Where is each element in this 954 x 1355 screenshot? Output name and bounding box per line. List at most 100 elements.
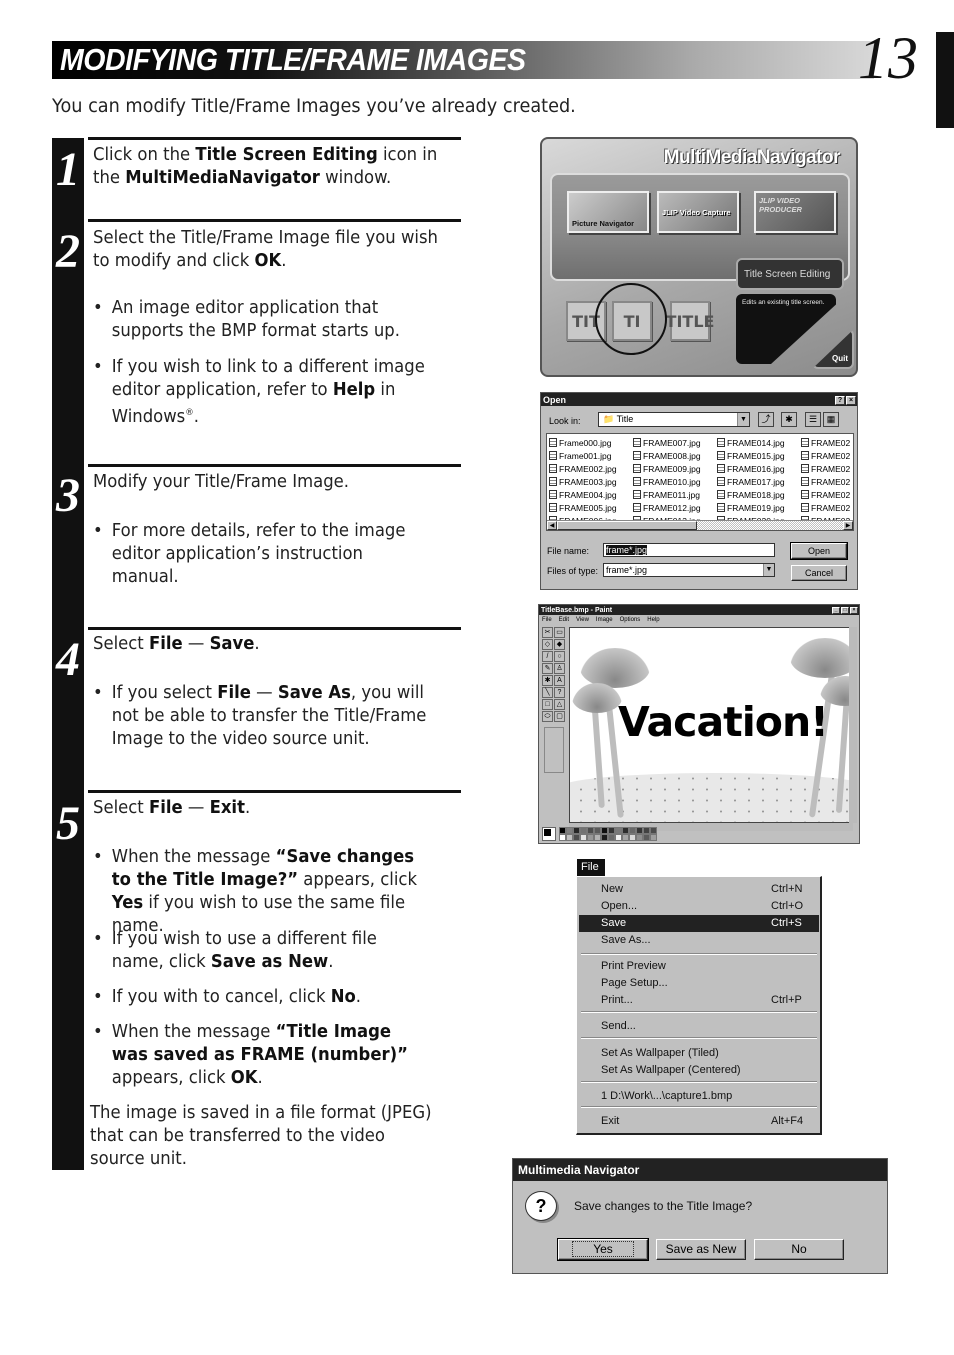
- menu-item[interactable]: 1 D:\Work\...\capture1.bmp: [579, 1088, 819, 1105]
- file-item[interactable]: FRAME017.jpg: [717, 475, 785, 488]
- file-item[interactable]: FRAME016.jpg: [717, 462, 785, 475]
- save-as-new-button[interactable]: Save as New: [656, 1239, 746, 1260]
- yes-button[interactable]: Yes: [557, 1238, 649, 1261]
- palette-swatch[interactable]: [608, 827, 615, 834]
- help-button[interactable]: ?: [835, 396, 845, 405]
- chevron-down-icon[interactable]: ▼: [737, 413, 749, 426]
- palette-swatch[interactable]: [566, 834, 573, 841]
- close-button[interactable]: ×: [846, 396, 856, 405]
- menu-image[interactable]: Image: [596, 617, 613, 623]
- palette-swatch[interactable]: [615, 834, 622, 841]
- pencil-icon[interactable]: ✎: [542, 663, 553, 674]
- menu-item[interactable]: Print... Ctrl+P: [579, 992, 819, 1009]
- airbrush-icon[interactable]: ✱: [542, 675, 553, 686]
- palette-swatch[interactable]: [629, 834, 636, 841]
- palette-swatch[interactable]: [566, 827, 573, 834]
- palette-swatch[interactable]: [587, 827, 594, 834]
- menu-item[interactable]: Page Setup...: [579, 975, 819, 992]
- file-type-select[interactable]: frame*.jpg ▼: [603, 563, 775, 577]
- minimize-button[interactable]: _: [832, 607, 840, 614]
- file-item[interactable]: FRAME004.jpg: [549, 488, 617, 501]
- palette-swatch[interactable]: [559, 827, 566, 834]
- file-item[interactable]: FRAME002.jpg: [549, 462, 617, 475]
- palette-swatch[interactable]: [594, 827, 601, 834]
- scroll-right-icon[interactable]: ▶: [843, 521, 853, 530]
- palette-swatch[interactable]: [636, 827, 643, 834]
- file-item[interactable]: FRAME02: [801, 475, 850, 488]
- palette-swatch[interactable]: [622, 834, 629, 841]
- file-item[interactable]: FRAME02: [801, 488, 850, 501]
- tool-options[interactable]: [544, 727, 564, 773]
- file-item[interactable]: FRAME009.jpg: [633, 462, 701, 475]
- file-item[interactable]: FRAME02: [801, 436, 850, 449]
- palette-swatch[interactable]: [573, 834, 580, 841]
- file-item[interactable]: FRAME011.jpg: [633, 488, 701, 501]
- scroll-left-icon[interactable]: ◀: [547, 521, 557, 530]
- palette-swatch[interactable]: [580, 834, 587, 841]
- palette-swatch[interactable]: [650, 827, 657, 834]
- palette-swatch[interactable]: [580, 827, 587, 834]
- chevron-down-icon[interactable]: ▼: [763, 564, 774, 576]
- eraser-icon[interactable]: ◇: [542, 639, 553, 650]
- file-item[interactable]: FRAME014.jpg: [717, 436, 785, 449]
- no-button[interactable]: No: [754, 1239, 844, 1260]
- rect-select-icon[interactable]: ▭: [554, 627, 565, 638]
- fill-icon[interactable]: ◆: [554, 639, 565, 650]
- file-item[interactable]: FRAME015.jpg: [717, 449, 785, 462]
- file-list[interactable]: Frame000.jpg Frame001.jpg FRAME002.jpg FRAM…: [546, 433, 854, 531]
- picture-navigator-button[interactable]: Picture Navigator: [567, 191, 649, 233]
- polygon-icon[interactable]: △: [554, 699, 565, 710]
- list-view-icon[interactable]: ☰: [805, 412, 821, 427]
- magnifier-icon[interactable]: ○: [554, 651, 565, 662]
- file-item[interactable]: FRAME005.jpg: [549, 501, 617, 514]
- file-menu-title[interactable]: File: [577, 859, 605, 876]
- palette-swatch[interactable]: [615, 827, 622, 834]
- file-item[interactable]: FRAME008.jpg: [633, 449, 701, 462]
- palette-swatch[interactable]: [636, 834, 643, 841]
- palette-swatch[interactable]: [594, 834, 601, 841]
- jlip-video-capture-button[interactable]: JLIP Video Capture: [657, 191, 739, 233]
- palette-swatch[interactable]: [608, 834, 615, 841]
- palette-swatch[interactable]: [559, 834, 566, 841]
- menu-edit[interactable]: Edit: [559, 617, 569, 623]
- palette-swatch[interactable]: [601, 834, 608, 841]
- palette-swatch[interactable]: [629, 827, 636, 834]
- palette-swatch[interactable]: [643, 834, 650, 841]
- file-item[interactable]: FRAME02: [801, 462, 850, 475]
- file-item[interactable]: FRAME02: [801, 449, 850, 462]
- brush-icon[interactable]: ♙: [554, 663, 565, 674]
- menu-item[interactable]: Set As Wallpaper (Centered): [579, 1062, 819, 1079]
- maximize-button[interactable]: □: [841, 607, 849, 614]
- menu-view[interactable]: View: [576, 617, 589, 623]
- jlip-video-producer-button[interactable]: JLIP VIDEO PRODUCER: [754, 191, 836, 233]
- rectangle-icon[interactable]: □: [542, 699, 553, 710]
- free-select-icon[interactable]: ✂: [542, 627, 553, 638]
- file-item[interactable]: Frame001.jpg: [549, 449, 617, 462]
- file-item[interactable]: FRAME012.jpg: [633, 501, 701, 514]
- curve-icon[interactable]: ?: [554, 687, 565, 698]
- palette-swatch[interactable]: [601, 827, 608, 834]
- file-item[interactable]: FRAME02: [801, 501, 850, 514]
- horizontal-scrollbar[interactable]: ◀ ▶: [547, 520, 853, 530]
- text-icon[interactable]: A: [554, 675, 565, 686]
- up-folder-icon[interactable]: ⤴: [758, 412, 774, 427]
- menu-file[interactable]: File: [542, 617, 552, 623]
- menu-item[interactable]: Set As Wallpaper (Tiled): [579, 1045, 819, 1062]
- file-item[interactable]: FRAME007.jpg: [633, 436, 701, 449]
- paint-canvas[interactable]: Vacation!: [569, 627, 853, 823]
- title-transfer-icon[interactable]: TITLE: [666, 301, 714, 341]
- palette-swatch[interactable]: [650, 834, 657, 841]
- menu-item[interactable]: Send...: [579, 1018, 819, 1035]
- menu-item[interactable]: Save Ctrl+S: [579, 915, 819, 932]
- file-item[interactable]: FRAME010.jpg: [633, 475, 701, 488]
- menu-item[interactable]: Exit Alt+F4: [579, 1113, 819, 1130]
- rounded-rect-icon[interactable]: ▢: [554, 711, 565, 722]
- menu-item[interactable]: Print Preview: [579, 958, 819, 975]
- palette-swatch[interactable]: [573, 827, 580, 834]
- ellipse-icon[interactable]: ⬭: [542, 711, 553, 722]
- file-item[interactable]: FRAME019.jpg: [717, 501, 785, 514]
- menu-options[interactable]: Options: [620, 617, 641, 623]
- close-button[interactable]: ×: [850, 607, 858, 614]
- cancel-button[interactable]: Cancel: [791, 565, 847, 581]
- current-colors[interactable]: [542, 827, 556, 841]
